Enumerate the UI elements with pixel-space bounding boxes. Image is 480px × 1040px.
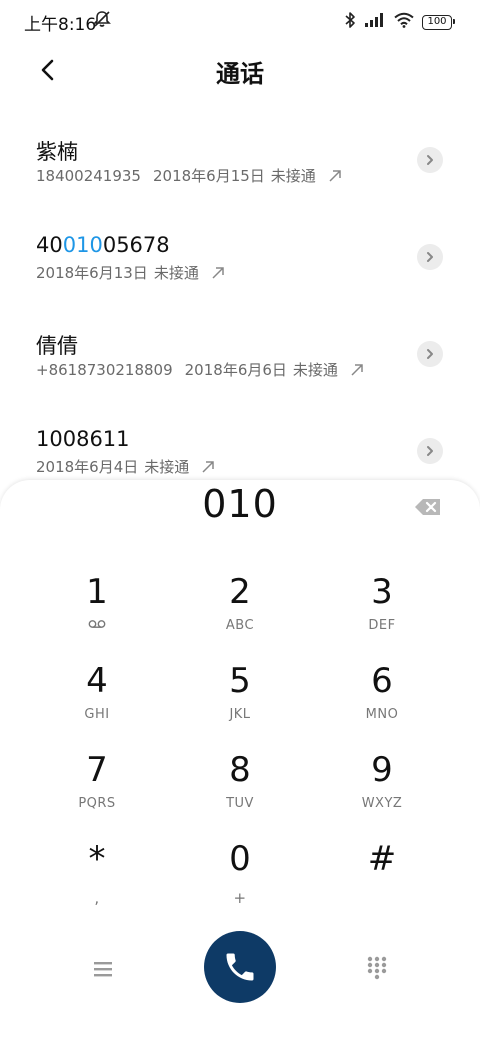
contact-name: 倩倩 <box>36 334 78 358</box>
call-status: 未接通 <box>270 167 316 185</box>
outgoing-call-icon <box>202 460 215 473</box>
outgoing-call-icon <box>212 266 224 279</box>
status-time: 上午8:16 <box>24 15 97 35</box>
call-date: 2018年6月15日 <box>152 167 265 185</box>
call-info: 2018年6月13日 未接通 <box>36 262 225 283</box>
key-2[interactable]: 2 ABC <box>180 570 300 650</box>
key-7[interactable]: 7 PQRS <box>37 748 157 828</box>
call-status: 未接通 <box>144 458 190 476</box>
dialpad-panel: 010 1 2 ABC 3 DEF 4 GHI 5 JKL 6 MNO 7 PQ… <box>0 480 480 1040</box>
detail-button[interactable] <box>417 341 443 367</box>
call-date: 2018年6月13日 <box>36 264 148 282</box>
key-1[interactable]: 1 <box>37 570 157 650</box>
signal-icon <box>364 12 386 32</box>
chevron-right-icon <box>427 446 433 456</box>
call-info: 2018年6月4日 未接通 <box>36 456 215 477</box>
outgoing-call-icon <box>351 363 363 376</box>
detail-button[interactable] <box>417 244 443 270</box>
key-3[interactable]: 3 DEF <box>322 570 442 650</box>
backspace-icon <box>415 499 440 515</box>
battery-indicator: 100 <box>422 14 455 30</box>
dialed-number: 010 <box>202 482 278 526</box>
key-6[interactable]: 6 MNO <box>322 659 442 739</box>
header: 通话 <box>0 40 480 98</box>
call-status: 未接通 <box>292 361 338 379</box>
search-match-highlight: 010 <box>62 233 103 257</box>
backspace-button[interactable] <box>414 497 442 517</box>
phone-icon <box>226 953 254 981</box>
chevron-right-icon <box>427 155 433 165</box>
chevron-right-icon <box>427 252 433 262</box>
search-results-list: 紫楠 18400241935 2018年6月15日 未接通 4001005678 <box>0 112 480 500</box>
chevron-right-icon <box>427 349 433 359</box>
status-bar: 上午8:16 100 <box>0 0 480 40</box>
dialpad-actions <box>0 930 480 1010</box>
call-info: 18400241935 2018年6月15日 未接通 <box>36 165 342 186</box>
contact-name: 1008611 <box>36 427 130 451</box>
dialer-screen: 上午8:16 100 通话 紫楠 18400241935 2018年6月15日 … <box>0 0 480 1040</box>
call-status: 未接通 <box>153 264 199 282</box>
outgoing-call-icon <box>329 169 341 182</box>
list-item[interactable]: 4001005678 2018年6月13日 未接通 <box>0 209 480 306</box>
detail-button[interactable] <box>417 438 443 464</box>
call-button[interactable] <box>204 931 276 1003</box>
detail-button[interactable] <box>417 147 443 173</box>
call-date: 2018年6月4日 <box>36 458 139 476</box>
call-date: 2018年6月6日 <box>184 361 287 379</box>
voicemail-icon <box>37 618 157 633</box>
status-icons: 100 <box>344 11 455 33</box>
list-item[interactable]: 倩倩 +8618730218809 2018年6月6日 未接通 <box>0 306 480 403</box>
contact-name: 4001005678 <box>36 233 170 257</box>
bluetooth-icon <box>344 11 356 33</box>
key-star[interactable]: * , <box>37 837 157 917</box>
phone-number: 18400241935 <box>36 166 141 185</box>
dialpad-grid-icon <box>367 956 387 980</box>
menu-icon <box>94 962 112 977</box>
key-9[interactable]: 9 WXYZ <box>322 748 442 828</box>
key-0[interactable]: 0 + <box>180 837 300 917</box>
key-5[interactable]: 5 JKL <box>180 659 300 739</box>
key-4[interactable]: 4 GHI <box>37 659 157 739</box>
call-info: +8618730218809 2018年6月6日 未接通 <box>36 359 364 380</box>
phone-number: +8618730218809 <box>36 360 173 379</box>
page-title: 通话 <box>216 60 264 88</box>
wifi-icon <box>394 12 414 32</box>
mute-icon <box>92 10 112 32</box>
menu-button[interactable] <box>90 956 116 982</box>
key-8[interactable]: 8 TUV <box>180 748 300 828</box>
key-hash[interactable]: # <box>322 837 442 917</box>
contact-name: 紫楠 <box>36 140 78 164</box>
toggle-dialpad-button[interactable] <box>364 954 390 980</box>
list-item[interactable]: 紫楠 18400241935 2018年6月15日 未接通 <box>0 112 480 209</box>
